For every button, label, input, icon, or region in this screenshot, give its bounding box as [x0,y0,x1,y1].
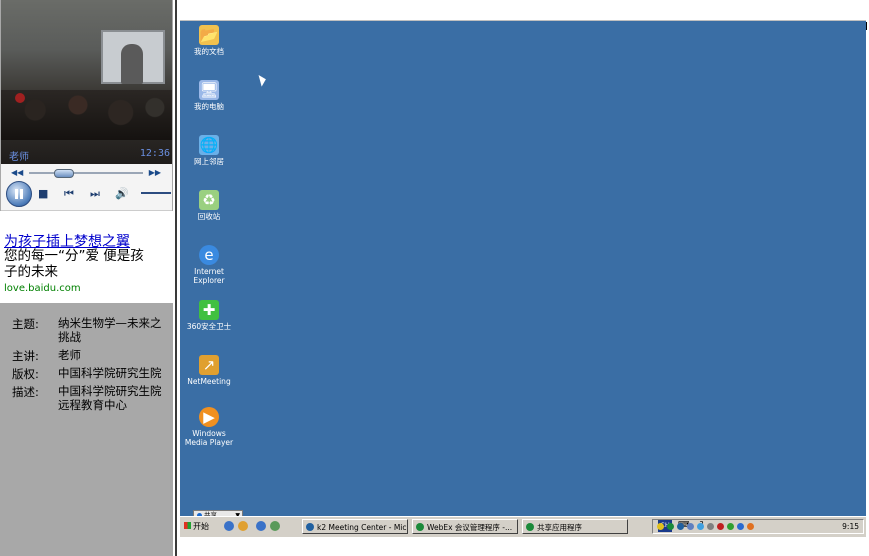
speaker-label: 老师 [9,152,29,163]
tray-usb-icon[interactable] [707,523,714,530]
stop-icon[interactable]: ■ [38,187,48,200]
shared-app-icon [526,523,534,531]
taskbar-button-label: WebEx 会议管理程序 -... [427,523,513,532]
desktop-icon-my-computer[interactable]: 🖥 我的电脑 [180,80,238,111]
desktop-icon-label: 回收站 [197,212,221,221]
desktop-icon-label: NetMeeting [187,377,231,386]
seek-bar[interactable] [29,169,143,178]
taskbar-button-label: k2 Meeting Center - Micr... [317,523,408,532]
desktop-icon-label: Windows Media Player [184,429,234,447]
left-panel: 老师 12:36 ◀◀ ▶▶ ■ ⏮ ⏭ 🔊 为孩子插上梦想之翼 您的每一“分”… [0,0,173,556]
rewind-icon[interactable]: ◀◀ [11,168,23,177]
video-time: 12:36 [139,148,170,159]
watermark-logo-icon [15,93,25,103]
info-value: 纳米生物学—未来之挑战 [58,316,162,344]
desktop-icon-network[interactable]: 🌐 网上邻居 [180,135,238,166]
info-row-speaker: 主讲: 老师 [12,348,167,363]
folder-icon: 📂 [199,25,219,45]
tray-360-icon[interactable] [727,523,734,530]
seek-thumb[interactable] [54,169,75,178]
desktop-icon-label: 我的电脑 [194,102,224,111]
desktop-icon-label: 360安全卫士 [186,322,232,331]
desktop-icon-label: 网上邻居 [194,157,224,166]
desktop-icon-my-documents[interactable]: 📂 我的文档 [180,25,238,56]
recycle-bin-icon: ♻ [199,190,219,210]
info-row-copyright: 版权: 中国科学院研究生院 [12,366,167,381]
previous-icon[interactable]: ⏮ [64,187,74,201]
info-value: 中国科学院研究生院远程教育中心 [58,384,162,412]
webex-icon [416,523,424,531]
clock[interactable]: 9:15 [842,520,859,533]
info-key: 版权: [12,367,39,381]
info-row-topic: 主题: 纳米生物学—未来之挑战 [12,316,167,344]
start-button[interactable]: 开始 [182,519,216,534]
info-value: 中国科学院研究生院 [58,366,162,380]
desktop[interactable]: 📂 我的文档 🖥 我的电脑 🌐 网上邻居 ♻ 回收站 e Internet Ex… [180,20,866,517]
volume-slider[interactable] [141,192,171,194]
desktop-icon-label: Internet Explorer [193,267,225,285]
desktop-icon-netmeeting[interactable]: ↗ NetMeeting [180,355,238,386]
system-tray: 9:15 [652,519,864,534]
seek-row: ◀◀ ▶▶ [11,168,161,178]
lecture-info: 主题: 纳米生物学—未来之挑战 主讲: 老师 版权: 中国科学院研究生院 描述:… [12,316,167,416]
start-label: 开始 [193,522,209,531]
windows-logo-icon [184,522,191,529]
tray-security-icon[interactable] [717,523,724,530]
ad-block: 为孩子插上梦想之翼 您的每一“分”爱 便是孩子的未来 love.baidu.co… [0,211,173,303]
info-key: 主讲: [12,349,39,363]
taskbar-button-label: 共享应用程序 [537,523,582,532]
info-row-description: 描述: 中国科学院研究生院远程教育中心 [12,384,167,412]
volume-icon[interactable]: 🔊 [115,187,129,200]
desktop-icon-internet-explorer[interactable]: e Internet Explorer [180,245,238,285]
tray-webex-icon[interactable] [667,523,674,530]
tray-volume-icon[interactable] [697,523,704,530]
netmeeting-icon: ↗ [199,355,219,375]
mouse-cursor-icon [258,73,268,87]
quicklaunch-desktop-icon[interactable] [270,521,280,531]
info-key: 主题: [12,317,39,331]
k2-app-icon [306,523,314,531]
pause-button[interactable] [6,181,32,207]
tray-update-icon[interactable] [737,523,744,530]
network-icon: 🌐 [199,135,219,155]
quicklaunch-ie-icon[interactable] [256,521,266,531]
ad-url[interactable]: love.baidu.com [4,283,81,294]
taskbar: 开始 k2 Meeting Center - Micr... WebEx 会议管… [180,516,866,537]
desktop-icon-recycle-bin[interactable]: ♻ 回收站 [180,190,238,221]
tray-display-icon[interactable] [687,523,694,530]
fast-forward-icon[interactable]: ▶▶ [149,168,161,177]
quicklaunch-netmeeting-icon[interactable] [224,521,234,531]
next-icon[interactable]: ⏭ [90,187,100,201]
desktop-icon-360[interactable]: ✚ 360安全卫士 [180,300,238,331]
taskbar-button-webex[interactable]: WebEx 会议管理程序 -... [412,519,518,534]
media-player-icon: ▶ [199,407,219,427]
taskbar-button-k2-meeting[interactable]: k2 Meeting Center - Micr... [302,519,408,534]
ie-icon: e [199,245,219,265]
ad-description: 您的每一“分”爱 便是孩子的未来 [4,248,144,280]
audience [1,90,172,140]
taskbar-button-shared-app[interactable]: 共享应用程序 [522,519,628,534]
quicklaunch-media-player-icon[interactable] [238,521,248,531]
remote-desktop-view: 📂 我的文档 🖥 我的电脑 🌐 网上邻居 ♻ 回收站 e Internet Ex… [175,0,869,556]
tray-alert-icon[interactable] [657,523,664,530]
shield-icon: ✚ [199,300,219,320]
video-player[interactable]: 老师 12:36 [1,0,172,164]
info-value: 老师 [58,348,81,362]
tray-media-icon[interactable] [747,523,754,530]
info-key: 描述: [12,385,39,399]
computer-icon: 🖥 [199,80,219,100]
tray-network-icon[interactable] [677,523,684,530]
player-controls: ◀◀ ▶▶ ■ ⏮ ⏭ 🔊 [1,164,172,211]
desktop-icon-media-player[interactable]: ▶ Windows Media Player [180,407,238,447]
desktop-icon-label: 我的文档 [194,47,224,56]
presenter-silhouette [121,44,143,84]
